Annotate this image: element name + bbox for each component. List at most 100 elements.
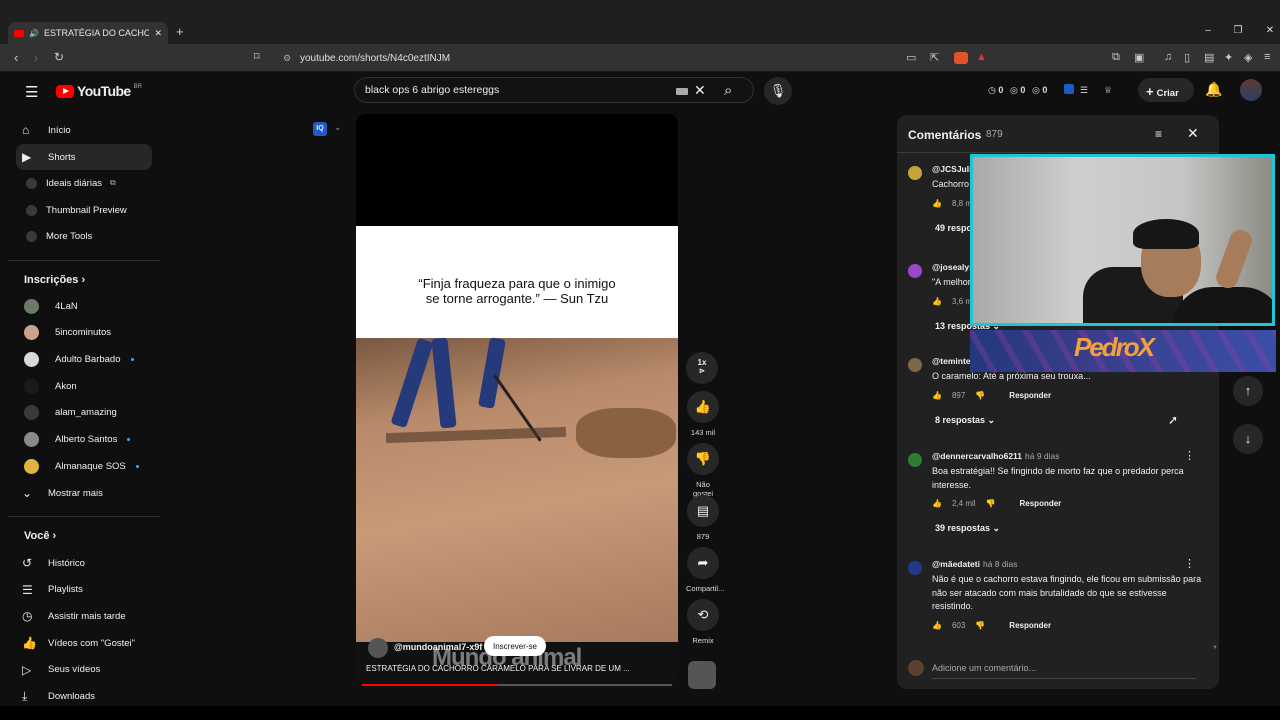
comment-menu-icon[interactable]: ⋮ <box>1184 557 1195 570</box>
dislike-icon[interactable]: 👎 <box>986 499 996 508</box>
reply-button[interactable]: Responder <box>1020 499 1062 508</box>
sidebar-item-like[interactable]: 👍 Vídeos com "Gostei" <box>16 630 152 656</box>
sidebar-item-your-videos[interactable]: ▷ Seus vídeos <box>16 657 152 683</box>
sidebar-item-playlists[interactable]: ☰ Playlists <box>16 577 152 603</box>
url-bar[interactable]: youtube.com/shorts/N4c0eztINJM <box>274 50 1004 68</box>
dislike-action[interactable]: 👎 Não gostei <box>686 443 720 498</box>
leo-ai-icon[interactable]: ✦ <box>1224 51 1233 64</box>
remix-action[interactable]: ⟲ Remix <box>686 599 720 645</box>
like-action[interactable]: 👍 143 mil <box>686 391 720 437</box>
comment-avatar[interactable] <box>908 561 922 575</box>
scroll-down-icon[interactable]: ▼ <box>1212 645 1218 651</box>
share-page-icon[interactable]: ⇱ <box>930 51 939 64</box>
chevron-down-icon[interactable]: ⌄ <box>334 122 342 133</box>
sidebar-item-history[interactable]: ↺ Histórico <box>16 550 152 576</box>
menu-icon[interactable]: ☰ <box>25 83 38 101</box>
rewards-icon[interactable]: ▲ <box>976 51 987 63</box>
sidebar-item-more-tools[interactable]: More Tools <box>16 223 152 249</box>
sidebar-item-in-cio[interactable]: ⌂ Início <box>16 117 152 143</box>
voice-search-icon[interactable]: 🎙 <box>764 77 792 105</box>
keyboard-icon[interactable] <box>676 88 688 95</box>
back-icon[interactable]: ‹ <box>14 50 18 65</box>
comment-author[interactable]: @teminte <box>932 356 971 366</box>
subscribe-button[interactable]: Inscrever-se <box>484 636 546 656</box>
dislike-icon[interactable]: 👎 <box>975 391 985 400</box>
sidebar-channel[interactable]: alam_amazing <box>16 400 152 426</box>
channel-avatar[interactable] <box>368 638 388 658</box>
replies-toggle[interactable]: 8 respostas ⌄ <box>935 415 995 426</box>
comment-avatar[interactable] <box>908 166 922 180</box>
youtube-logo[interactable]: YouTube BR <box>56 83 142 99</box>
comment-avatar[interactable] <box>908 264 922 278</box>
close-icon[interactable]: ✕ <box>1187 125 1199 142</box>
comments-action[interactable]: ▤ 879 <box>686 495 720 541</box>
comment-author[interactable]: @josealys <box>932 262 974 272</box>
minimize-button[interactable]: – <box>1198 25 1218 36</box>
replies-toggle[interactable]: 39 respostas ⌄ <box>935 523 1000 534</box>
wallet-icon[interactable]: ▤ <box>1204 51 1214 64</box>
tab-close-icon[interactable]: ✕ <box>154 28 162 39</box>
bookmark-icon[interactable]: ⌑ <box>254 50 260 63</box>
reply-button[interactable]: Responder <box>1009 621 1051 630</box>
comment-avatar[interactable] <box>908 453 922 467</box>
trophy-icon[interactable]: ♕ <box>1104 85 1112 96</box>
like-icon[interactable]: 👍 <box>932 297 942 306</box>
list-icon[interactable]: ☰ <box>1080 85 1088 96</box>
sidebar-item-shorts[interactable]: ▶ Shorts <box>16 144 152 170</box>
channel-name[interactable]: @mundoanimal7-x9f <box>394 642 482 652</box>
screenshot-icon[interactable]: ▣ <box>1134 51 1144 64</box>
short-video-player[interactable]: “Finja fraqueza para que o inimigo se to… <box>356 114 678 688</box>
like-icon[interactable]: 👍 <box>932 199 942 208</box>
share-action[interactable]: ➦ Compartil... <box>686 547 724 593</box>
add-comment-input[interactable]: Adicione um comentário... <box>932 663 1196 679</box>
subscriptions-header[interactable]: Inscrições › <box>24 274 85 286</box>
short-title[interactable]: ESTRATÉGIA DO CACHORRO CARAMELO PARA SE … <box>366 664 666 673</box>
music-icon[interactable]: ♫ <box>1164 51 1172 63</box>
vpn-icon[interactable]: ◈ <box>1244 51 1252 64</box>
sort-icon[interactable]: ≡ <box>1155 127 1162 141</box>
sidebar-item-ideais-di-rias[interactable]: Ideais diárias ⧉ <box>16 170 152 196</box>
brave-shield-icon[interactable] <box>954 52 968 64</box>
maximize-button[interactable]: ❐ <box>1228 25 1248 36</box>
browser-tab[interactable]: 🔊 ESTRATÉGIA DO CACHORRO ✕ <box>8 22 168 44</box>
new-tab-icon[interactable]: + <box>176 24 184 39</box>
search-icon[interactable]: ⌕ <box>724 82 732 99</box>
sidebar-channel[interactable]: 4LaN <box>16 293 152 319</box>
comment-author[interactable]: @mãedateti há 8 dias <box>932 559 1017 569</box>
sidebar-channel[interactable]: Adulto Barbado <box>16 346 152 372</box>
account-avatar[interactable] <box>1240 79 1262 101</box>
forward-icon[interactable]: › <box>34 50 38 65</box>
like-icon[interactable]: 👍 <box>932 621 942 630</box>
like-icon[interactable]: 👍 <box>932 499 942 508</box>
sidebar-item-thumbnail-preview[interactable]: Thumbnail Preview <box>16 197 152 223</box>
sidebar-channel[interactable]: Akon <box>16 373 152 399</box>
sidebar-channel[interactable]: 5incominutos <box>16 320 152 346</box>
show-more-button[interactable]: ⌄ Mostrar mais <box>16 480 152 506</box>
speaker-icon[interactable]: 🔊 <box>29 29 39 38</box>
sidebar-channel[interactable]: Alberto Santos <box>16 427 152 453</box>
iq-badge[interactable]: IQ <box>313 122 327 136</box>
comment-author[interactable]: @dennercarvalho6211 há 9 dias <box>932 451 1060 461</box>
sound-thumbnail[interactable] <box>688 661 716 689</box>
external-link-icon[interactable]: ⧉ <box>110 178 116 188</box>
sidebar-toggle-icon[interactable]: ▯ <box>1184 51 1190 64</box>
clear-search-icon[interactable]: ✕ <box>694 82 706 99</box>
like-icon[interactable]: 👍 <box>932 391 942 400</box>
dislike-icon[interactable]: 👎 <box>975 621 985 630</box>
comment-menu-icon[interactable]: ⋮ <box>1184 449 1195 462</box>
sidebar-item-watch-later[interactable]: ◷ Assistir mais tarde <box>16 603 152 629</box>
you-header[interactable]: Você › <box>24 530 56 542</box>
playback-speed-button[interactable]: 1x ⊳ <box>686 352 718 384</box>
cast-icon[interactable]: ▭ <box>906 51 916 64</box>
window-close-button[interactable]: ✕ <box>1260 25 1280 36</box>
comment-avatar[interactable] <box>908 358 922 372</box>
sidebar-channel[interactable]: Almanaque SOS <box>16 453 152 479</box>
browser-menu-icon[interactable]: ≡ <box>1264 51 1270 63</box>
iq-extension-icon[interactable] <box>1064 84 1074 94</box>
progress-bar[interactable] <box>362 684 672 686</box>
next-short-button[interactable]: ↓ <box>1233 424 1263 454</box>
reply-button[interactable]: Responder <box>1009 391 1051 400</box>
reload-icon[interactable]: ↻ <box>54 50 64 64</box>
comment-author[interactable]: @JCSJuli <box>932 164 971 174</box>
extensions-icon[interactable]: ⧉ <box>1112 51 1120 64</box>
